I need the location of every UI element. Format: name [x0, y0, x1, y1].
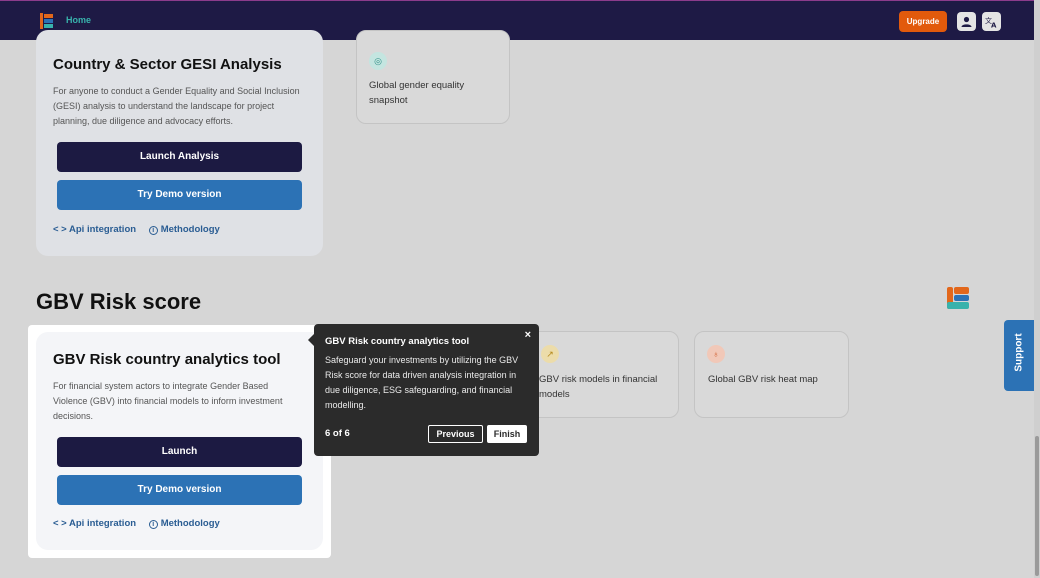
scrollbar-thumb[interactable]: [1035, 436, 1039, 576]
home-link[interactable]: Home: [66, 15, 91, 25]
gbv-card-description: For financial system actors to integrate…: [53, 381, 283, 421]
gesi-methodology-link[interactable]: i Methodology: [148, 224, 220, 235]
gbv-section-title: GBV Risk score: [36, 289, 202, 314]
gesi-card-title: Country & Sector GESI Analysis: [53, 56, 282, 73]
gbv-links: < > Api integration i Methodology: [53, 518, 220, 529]
gbv-heat-map-card[interactable]: ♁ Global GBV risk heat map: [694, 331, 849, 418]
gbv-api-integration-link[interactable]: < > Api integration: [53, 518, 136, 529]
launch-analysis-button[interactable]: Launch Analysis: [57, 142, 302, 172]
gesi-card-description: For anyone to conduct a Gender Equality …: [53, 86, 300, 126]
tour-title: GBV Risk country analytics tool: [325, 336, 470, 347]
support-label: Support: [1013, 333, 1025, 372]
tour-description: Safeguard your investments by utilizing …: [325, 355, 519, 410]
upgrade-button[interactable]: Upgrade: [899, 11, 947, 32]
gbv-related-label-2: Global GBV risk heat map: [708, 374, 818, 385]
gbv-related-label-1: GBV risk models in financial models: [539, 374, 658, 400]
svg-text:A: A: [991, 22, 997, 29]
global-gender-equality-snapshot-card[interactable]: ◎ Global gender equality snapshot: [356, 30, 510, 124]
tooltip-arrow: [308, 334, 314, 346]
gbv-risk-models-card[interactable]: ↗ GBV risk models in financial models: [524, 331, 679, 418]
support-tab[interactable]: Support: [1004, 320, 1034, 391]
globe-icon: ◎: [369, 52, 387, 70]
brand-logo-icon: [947, 287, 969, 309]
tour-tooltip: × GBV Risk country analytics tool Safegu…: [308, 324, 539, 456]
gbv-demo-button[interactable]: Try Demo version: [57, 475, 302, 505]
gesi-methodology-label: Methodology: [160, 224, 220, 235]
launch-button[interactable]: Launch: [57, 437, 302, 467]
tour-progress: 6 of 6: [325, 428, 350, 439]
gesi-api-integration-link[interactable]: < > Api integration: [53, 224, 136, 235]
app-logo-icon[interactable]: [40, 13, 54, 29]
heatmap-icon: ♁: [707, 345, 725, 363]
gbv-methodology-link[interactable]: i Methodology: [148, 518, 220, 529]
tour-previous-button[interactable]: Previous: [428, 425, 483, 443]
gesi-demo-button[interactable]: Try Demo version: [57, 180, 302, 210]
user-icon[interactable]: [957, 12, 976, 31]
gbv-card-title: GBV Risk country analytics tool: [53, 351, 281, 368]
gesi-links: < > Api integration i Methodology: [53, 224, 220, 235]
close-icon[interactable]: ×: [525, 329, 531, 341]
gesi-analysis-card: Country & Sector GESI Analysis For anyon…: [36, 30, 323, 256]
chart-icon: ↗: [541, 345, 559, 363]
page-scrollbar[interactable]: [1034, 0, 1040, 578]
gbv-methodology-label: Methodology: [160, 518, 220, 529]
translate-icon[interactable]: 文 A: [982, 12, 1001, 31]
gesi-related-label: Global gender equality snapshot: [369, 80, 465, 106]
info-icon: i: [148, 226, 158, 235]
gbv-analytics-card: GBV Risk country analytics tool For fina…: [36, 332, 323, 550]
tour-finish-button[interactable]: Finish: [487, 425, 527, 443]
info-icon: i: [148, 520, 158, 529]
